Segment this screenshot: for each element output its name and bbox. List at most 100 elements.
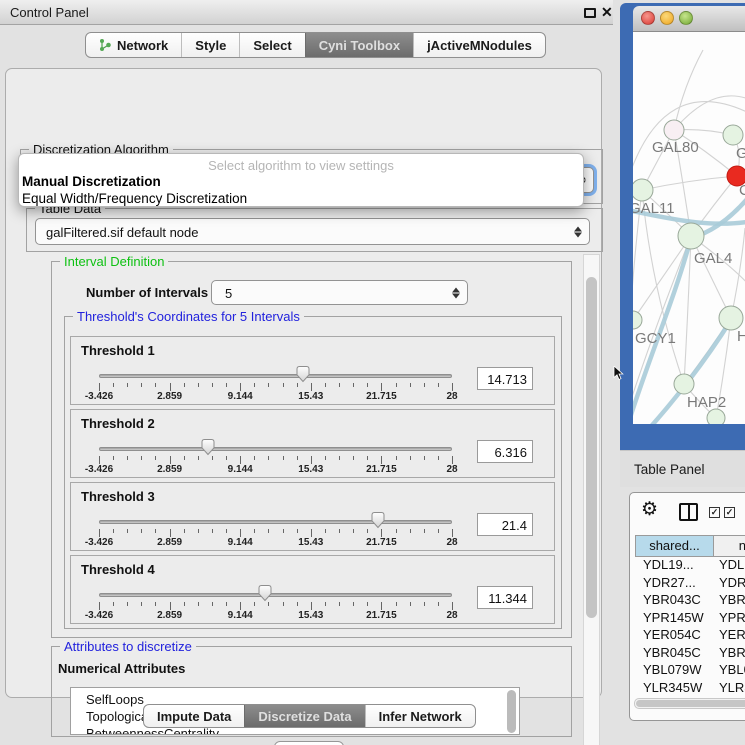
slider-tick xyxy=(353,529,354,533)
table-row[interactable]: YBL079WYBL0 xyxy=(635,662,745,680)
slider-tick xyxy=(141,456,142,460)
threshold-value-field[interactable]: 6.316 xyxy=(477,440,533,463)
slider-tick xyxy=(268,529,269,533)
table-row[interactable]: YPR145WYPR1 xyxy=(635,610,745,628)
cell-name: YBR0 xyxy=(719,592,745,607)
network-node-node[interactable] xyxy=(723,125,743,145)
minimize-traffic-light[interactable] xyxy=(660,11,674,25)
slider-track[interactable] xyxy=(99,447,452,451)
tab-network[interactable]: Network xyxy=(86,33,181,57)
zoom-traffic-light[interactable] xyxy=(679,11,693,25)
table-row[interactable]: YLR345WYLR3 xyxy=(635,680,745,698)
tab-cyni-toolbox[interactable]: Cyni Toolbox xyxy=(305,33,413,57)
checkbox-icon[interactable]: ✓ xyxy=(709,507,720,518)
table-row[interactable]: YER054CYER0 xyxy=(635,627,745,645)
slider-track[interactable] xyxy=(99,520,452,524)
column-header-na[interactable]: na xyxy=(714,535,745,557)
column-layout-icon[interactable] xyxy=(679,503,698,521)
cell-name: YER0 xyxy=(719,627,745,642)
threshold-2-box: Threshold 2-3.4262.8599.14415.4321.71528… xyxy=(70,409,555,478)
slider-tick-label: 21.715 xyxy=(366,464,397,475)
table-data-combobox[interactable]: galFiltered.sif default node xyxy=(35,218,590,245)
tab-impute-data[interactable]: Impute Data xyxy=(144,705,244,727)
apply-button[interactable]: Apply xyxy=(274,741,344,745)
float-window-icon[interactable] xyxy=(584,8,596,18)
slider-tick xyxy=(297,529,298,533)
network-edge[interactable] xyxy=(731,228,745,318)
slider-tick xyxy=(452,529,453,537)
slider-thumb[interactable] xyxy=(200,438,216,456)
slider-tick xyxy=(424,602,425,606)
slider-tick-label: -3.426 xyxy=(85,464,113,475)
slider-tick-label: 28 xyxy=(446,537,457,548)
gear-icon[interactable]: ⚙ xyxy=(641,498,658,521)
tab-select[interactable]: Select xyxy=(239,33,304,57)
slider-tick-label: 15.43 xyxy=(298,464,323,475)
slider-track[interactable] xyxy=(99,593,452,597)
network-edge[interactable] xyxy=(674,50,703,130)
node-label-h: H xyxy=(737,328,745,345)
threshold-value-field[interactable]: 14.713 xyxy=(477,367,533,390)
scrollbar-thumb[interactable] xyxy=(636,700,745,707)
tab-label: Infer Network xyxy=(379,709,462,724)
close-traffic-light[interactable] xyxy=(641,11,655,25)
screen: Control Panel ✕ NetworkStyleSelectCyni T… xyxy=(0,0,745,745)
table-row[interactable]: YDL19...YDL1 xyxy=(635,557,745,575)
table-row[interactable]: YBR043CYBR0 xyxy=(635,592,745,610)
table-horizontal-scrollbar[interactable] xyxy=(634,698,745,709)
list-scrollbar[interactable] xyxy=(507,690,516,733)
slider-tick xyxy=(410,602,411,606)
network-node-gal4[interactable] xyxy=(678,223,704,249)
close-icon[interactable]: ✕ xyxy=(601,4,613,21)
control-panel-scrollbar[interactable] xyxy=(583,254,600,745)
network-node-node[interactable] xyxy=(719,306,743,330)
slider-tick xyxy=(381,602,382,610)
network-edge[interactable] xyxy=(691,236,731,318)
tab-label: Discretize Data xyxy=(258,709,351,724)
network-node-node[interactable] xyxy=(707,409,725,424)
slider-tick xyxy=(367,529,368,533)
node-label-gcy1: GCY1 xyxy=(635,330,676,347)
slider-thumb[interactable] xyxy=(370,511,386,529)
network-window-titlebar[interactable] xyxy=(633,6,745,32)
slider-tick-label: 28 xyxy=(446,391,457,402)
slider-tick-label: 15.43 xyxy=(298,537,323,548)
slider-tick xyxy=(212,602,213,606)
cell-shared-name: YDL19... xyxy=(643,557,694,572)
tab-discretize-data[interactable]: Discretize Data xyxy=(244,705,364,727)
network-node-gcy1[interactable] xyxy=(633,311,642,329)
network-node-gal11[interactable] xyxy=(633,179,653,201)
threshold-value-field[interactable]: 11.344 xyxy=(477,586,533,609)
attributes-group-title: Attributes to discretize xyxy=(60,639,196,654)
table-row[interactable]: YBR045CYBR0 xyxy=(635,645,745,663)
threshold-value-field[interactable]: 21.4 xyxy=(477,513,533,536)
slider-tick-label: 28 xyxy=(446,464,457,475)
cell-shared-name: YBR045C xyxy=(643,645,701,660)
popup-item-equal-width-frequency[interactable]: Equal Width/Frequency Discretization xyxy=(22,191,247,206)
tab-infer-network[interactable]: Infer Network xyxy=(365,705,475,727)
table-data-combobox-value: galFiltered.sif default node xyxy=(46,219,569,246)
network-edge[interactable] xyxy=(642,176,737,190)
cell-name: YBL0 xyxy=(719,662,745,677)
slider-tick xyxy=(396,383,397,387)
slider-thumb[interactable] xyxy=(295,365,311,383)
interval-definition-group-title: Interval Definition xyxy=(60,254,168,269)
checkbox-icon[interactable]: ✓ xyxy=(724,507,735,518)
slider-tick xyxy=(268,383,269,387)
number-of-intervals-combobox[interactable]: 5 xyxy=(211,280,468,305)
tab-jactivemnodules[interactable]: jActiveMNodules xyxy=(413,33,545,57)
slider-thumb[interactable] xyxy=(257,584,273,602)
table-row[interactable]: YDR27...YDR2 xyxy=(635,575,745,593)
slider-tick xyxy=(325,602,326,606)
column-header-shared[interactable]: shared... xyxy=(635,535,714,557)
network-node-gal80[interactable] xyxy=(664,120,684,140)
popup-item-manual-discretization[interactable]: Manual Discretization xyxy=(22,174,161,189)
network-node-hap2[interactable] xyxy=(674,374,694,394)
scrollbar-thumb[interactable] xyxy=(586,277,597,618)
tab-style[interactable]: Style xyxy=(181,33,239,57)
algorithm-placeholder-item: Select algorithm to view settings xyxy=(19,158,583,173)
slider-track[interactable] xyxy=(99,374,452,378)
slider-tick xyxy=(452,602,453,610)
network-canvas[interactable]: GAL80GACGAL11GAL4GCY1HHAP2 xyxy=(633,32,745,424)
slider-tick xyxy=(339,456,340,460)
